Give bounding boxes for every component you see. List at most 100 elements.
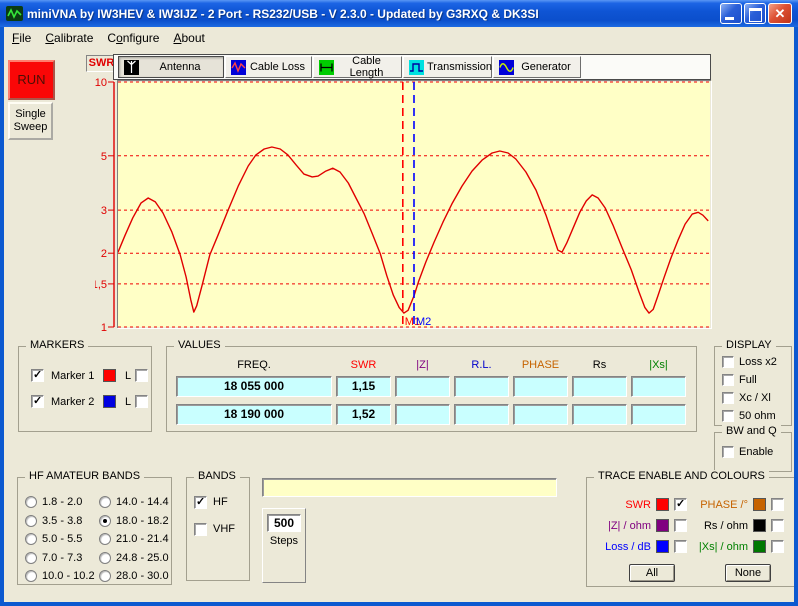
trace-z-swatch[interactable] bbox=[656, 519, 669, 532]
tab-generator-label: Generator bbox=[517, 61, 575, 73]
menu-file[interactable]: File bbox=[5, 29, 38, 47]
app-window: miniVNA by IW3HEV & IW3IJZ - 2 Port - RS… bbox=[0, 0, 798, 606]
display-option-row: Xc / Xl bbox=[722, 391, 791, 405]
frequency-input[interactable] bbox=[262, 478, 557, 497]
band-14.0-14.4-radio[interactable] bbox=[99, 496, 111, 508]
marker2-checkbox[interactable] bbox=[31, 395, 44, 408]
marker2-row: Marker 2 L bbox=[31, 393, 151, 410]
band-18.0-18.2-radio[interactable] bbox=[99, 515, 111, 527]
client-area: File Calibrate Configure About RUN Singl… bbox=[4, 27, 794, 602]
band-label: 14.0 - 14.4 bbox=[116, 496, 169, 508]
hf-bands-grid: 1.8 - 2.0 14.0 - 14.4 3.5 - 3.8 18.0 - 1… bbox=[25, 493, 171, 586]
band-3.5-3.8-radio[interactable] bbox=[25, 515, 37, 527]
close-button[interactable] bbox=[768, 3, 792, 24]
m2-freq-field: 18 190 000 bbox=[176, 404, 332, 425]
trace-rs-swatch[interactable] bbox=[753, 519, 766, 532]
window-border-bottom bbox=[0, 602, 798, 606]
trace-phase-checkbox[interactable] bbox=[771, 498, 784, 511]
values-row-marker2: 18 190 000 1,52 bbox=[176, 404, 696, 425]
display-panel: DISPLAY Loss x2 Full Xc / Xl 50 ohm bbox=[714, 346, 792, 426]
m1-z-field bbox=[395, 376, 450, 397]
trace-phase-label: PHASE /° bbox=[684, 499, 748, 511]
trace-none-button[interactable]: None bbox=[725, 564, 771, 582]
trace-phase-swatch[interactable] bbox=[753, 498, 766, 511]
hf-checkbox[interactable] bbox=[194, 496, 207, 509]
trace-row-z: |Z| / ohm bbox=[593, 518, 687, 533]
m1-swr-field: 1,15 bbox=[336, 376, 391, 397]
vhf-checkbox[interactable] bbox=[194, 523, 207, 536]
marker2-color-swatch[interactable] bbox=[103, 395, 116, 408]
marker1-checkbox[interactable] bbox=[31, 369, 44, 382]
run-button[interactable]: RUN bbox=[8, 60, 55, 100]
marker2-l-checkbox[interactable] bbox=[135, 395, 148, 408]
swr-chart: 105321,51M1M2 bbox=[95, 75, 719, 339]
svg-text:5: 5 bbox=[101, 151, 107, 163]
band-label: 5.0 - 5.5 bbox=[42, 533, 82, 545]
trace-xs-swatch[interactable] bbox=[753, 540, 766, 553]
menu-configure[interactable]: Configure bbox=[100, 29, 166, 47]
steps-input[interactable]: 500 bbox=[267, 514, 301, 532]
band-radio-row: 3.5 - 3.8 bbox=[25, 512, 99, 531]
menu-about[interactable]: About bbox=[166, 29, 211, 47]
marker1-label: Marker 1 bbox=[51, 370, 103, 382]
trace-row-loss: Loss / dB bbox=[593, 539, 687, 554]
single-sweep-label-2: Sweep bbox=[10, 121, 51, 134]
band-label: 18.0 - 18.2 bbox=[116, 515, 169, 527]
band-label: 10.0 - 10.2 bbox=[42, 570, 95, 582]
maximize-button[interactable] bbox=[744, 3, 766, 24]
menu-calibrate[interactable]: Calibrate bbox=[38, 29, 100, 47]
bw-and-q-panel: BW and Q Enable bbox=[714, 432, 792, 472]
window-title: miniVNA by IW3HEV & IW3IJZ - 2 Port - RS… bbox=[27, 7, 718, 21]
display-panel-title: DISPLAY bbox=[722, 339, 776, 351]
band-24.8-25.0-radio[interactable] bbox=[99, 552, 111, 564]
trace-loss-swatch[interactable] bbox=[656, 540, 669, 553]
marker1-l-checkbox[interactable] bbox=[135, 369, 148, 382]
trace-swr-swatch[interactable] bbox=[656, 498, 669, 511]
band-radio-row: 14.0 - 14.4 bbox=[99, 493, 175, 512]
band-28.0-30.0-radio[interactable] bbox=[99, 570, 111, 582]
bands-panel-title: BANDS bbox=[194, 470, 240, 482]
trace-xs-checkbox[interactable] bbox=[771, 540, 784, 553]
band-label: 1.8 - 2.0 bbox=[42, 496, 82, 508]
marker1-color-swatch[interactable] bbox=[103, 369, 116, 382]
trace-enable-title: TRACE ENABLE AND COLOURS bbox=[594, 470, 769, 482]
loss-x2-label: Loss x2 bbox=[739, 356, 777, 368]
m2-xs-field bbox=[631, 404, 686, 425]
generator-icon bbox=[499, 60, 514, 75]
display-option-row: Loss x2 bbox=[722, 355, 791, 369]
col-header-rs: Rs bbox=[572, 359, 627, 371]
band-10.0-10.2-radio[interactable] bbox=[25, 570, 37, 582]
single-sweep-button[interactable]: Single Sweep bbox=[8, 102, 53, 140]
col-header-xs: |Xs| bbox=[631, 359, 686, 371]
cable-loss-icon bbox=[231, 60, 246, 75]
loss-x2-checkbox[interactable] bbox=[722, 356, 734, 368]
trace-z-label: |Z| / ohm bbox=[593, 520, 651, 532]
bwq-enable-label: Enable bbox=[739, 446, 773, 458]
trace-all-button[interactable]: All bbox=[629, 564, 675, 582]
full-checkbox[interactable] bbox=[722, 374, 734, 386]
band-label: 28.0 - 30.0 bbox=[116, 570, 169, 582]
band-1.8-2.0-radio[interactable] bbox=[25, 496, 37, 508]
values-header-row: FREQ. SWR |Z| R.L. PHASE Rs |Xs| bbox=[176, 359, 696, 371]
svg-text:1: 1 bbox=[101, 322, 107, 334]
fifty-ohm-checkbox[interactable] bbox=[722, 410, 734, 422]
band-label: 3.5 - 3.8 bbox=[42, 515, 82, 527]
xc-xl-checkbox[interactable] bbox=[722, 392, 734, 404]
bw-and-q-title: BW and Q bbox=[722, 425, 781, 437]
display-option-row: 50 ohm bbox=[722, 409, 791, 423]
bwq-enable-checkbox[interactable] bbox=[722, 446, 734, 458]
band-5.0-5.5-radio[interactable] bbox=[25, 533, 37, 545]
band-label: 21.0 - 21.4 bbox=[116, 533, 169, 545]
trace-row-xs: |Xs| / ohm bbox=[684, 539, 784, 554]
m1-rl-field bbox=[454, 376, 509, 397]
trace-rs-checkbox[interactable] bbox=[771, 519, 784, 532]
band-21.0-21.4-radio[interactable] bbox=[99, 533, 111, 545]
steps-label: Steps bbox=[263, 535, 305, 547]
band-radio-row: 21.0 - 21.4 bbox=[99, 530, 175, 549]
minimize-button[interactable] bbox=[720, 3, 742, 24]
app-icon bbox=[6, 5, 23, 22]
bands-panel: BANDS HF VHF bbox=[186, 477, 250, 581]
m1-freq-field: 18 055 000 bbox=[176, 376, 332, 397]
band-7.0-7.3-radio[interactable] bbox=[25, 552, 37, 564]
full-label: Full bbox=[739, 374, 757, 386]
